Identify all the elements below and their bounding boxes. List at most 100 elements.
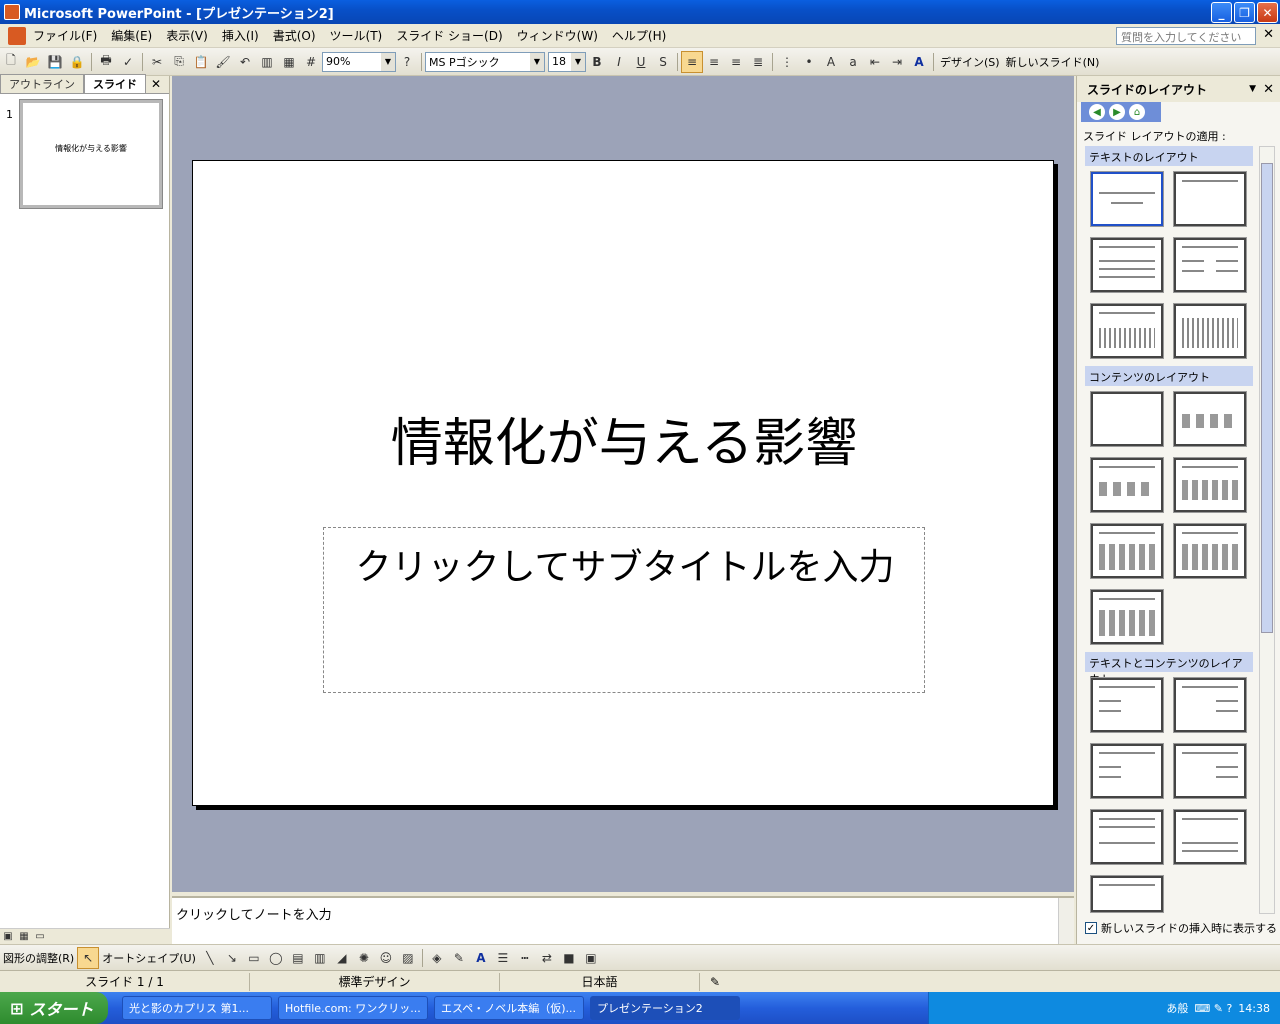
decrease-indent-icon[interactable]: ⇤ [864,51,886,73]
slide-title[interactable]: 情報化が与える影響 [193,401,1055,476]
rectangle-icon[interactable]: ▭ [243,947,265,969]
copy-icon[interactable]: ⎘ [168,51,190,73]
layout-four-content-a[interactable] [1090,523,1164,579]
menu-view[interactable]: 表示(V) [159,27,215,44]
layout-title-slide[interactable] [1090,171,1164,227]
fill-color-icon[interactable]: ◈ [426,947,448,969]
increase-indent-icon[interactable]: ⇥ [886,51,908,73]
layout-text-content-d[interactable] [1173,743,1247,799]
ime-icon[interactable]: あ般 [1166,1000,1188,1016]
notes-pane[interactable]: クリックしてノートを入力 [172,896,1074,946]
scrollbar-thumb[interactable] [1261,163,1273,633]
line-icon[interactable]: ╲ [199,947,221,969]
menu-help[interactable]: ヘルプ(H) [605,27,673,44]
chart-icon[interactable]: ▥ [256,51,278,73]
italic-button[interactable]: I [608,51,630,73]
taskbar-item-ie-1[interactable]: 光と影のカプリス 第1... [122,996,272,1020]
save-icon[interactable]: 💾 [44,51,66,73]
table-icon[interactable]: ▦ [278,51,300,73]
close-icon[interactable]: ✕ [151,77,161,91]
menu-slideshow[interactable]: スライド ショー(D) [389,27,509,44]
chevron-down-icon[interactable]: ▼ [381,52,395,71]
start-button[interactable]: ⊞ スタート [0,992,108,1024]
subtitle-placeholder[interactable]: クリックしてサブタイトルを入力 [323,527,925,693]
slideshow-view-icon[interactable]: ▭ [32,930,48,944]
back-icon[interactable]: ◀ [1089,104,1105,120]
dash-style-icon[interactable]: ┅ [514,947,536,969]
shrink-font-icon[interactable]: a [842,51,864,73]
layout-vertical-title-text[interactable] [1173,303,1247,359]
design-button[interactable]: デザイン(S) [937,54,1003,70]
new-icon[interactable]: 🗋 [0,51,22,73]
line-color-icon[interactable]: ✎ [448,947,470,969]
minimize-button[interactable]: _ [1211,2,1232,23]
font-name-combo[interactable]: MS Pゴシック ▼ [425,51,545,72]
paste-icon[interactable]: 📋 [190,51,212,73]
justify-icon[interactable]: ≣ [747,51,769,73]
numbering-icon[interactable]: ⋮ [776,51,798,73]
arrow-icon[interactable]: ↘ [221,947,243,969]
layout-blank[interactable] [1090,391,1164,447]
home-icon[interactable]: ⌂ [1129,104,1145,120]
shadow-button[interactable]: S [652,51,674,73]
diagram-icon[interactable]: ✺ [353,947,375,969]
spellcheck-icon[interactable]: ✓ [117,51,139,73]
layout-title-only[interactable] [1173,171,1247,227]
shadow-style-icon[interactable]: ■ [558,947,580,969]
vertical-textbox-icon[interactable]: ▥ [309,947,331,969]
menu-file[interactable]: ファイル(F) [26,27,104,44]
textbox-icon[interactable]: ▤ [287,947,309,969]
help-icon[interactable]: ? [396,51,418,73]
menu-edit[interactable]: 編集(E) [104,27,159,44]
close-icon[interactable]: ✕ [1263,27,1274,42]
show-on-insert-option[interactable]: ✓ 新しいスライドの挿入時に表示する [1085,920,1277,936]
layout-text-content-g[interactable] [1090,875,1164,913]
format-painter-icon[interactable]: 🖌 [212,51,234,73]
document-icon[interactable] [8,26,26,45]
taskbar-item-powerpoint[interactable]: プレゼンテーション2 [590,996,740,1020]
tray-icons[interactable]: ⌨ ✎ ? [1194,1002,1232,1015]
notes-scrollbar[interactable] [1058,898,1074,946]
tab-outline[interactable]: アウトライン [0,74,84,93]
forward-icon[interactable]: ▶ [1109,104,1125,120]
wordart-icon[interactable]: ◢ [331,947,353,969]
layout-text-content-f[interactable] [1173,809,1247,865]
layout-four-content-b[interactable] [1173,523,1247,579]
bullets-icon[interactable]: • [798,51,820,73]
3d-style-icon[interactable]: ▣ [580,947,602,969]
menu-format[interactable]: 書式(O) [266,27,323,44]
grow-font-icon[interactable]: A [820,51,842,73]
cut-icon[interactable]: ✂ [146,51,168,73]
underline-button[interactable]: U [630,51,652,73]
chevron-down-icon[interactable]: ▼ [530,52,544,71]
layout-title-two-content[interactable] [1173,457,1247,513]
picture-icon[interactable]: ▨ [397,947,419,969]
chevron-down-icon[interactable]: ▼ [1249,84,1256,94]
slide-thumbnail[interactable]: 情報化が与える影響 [19,99,163,209]
menu-tools[interactable]: ツール(T) [323,27,390,44]
layout-text-content-e[interactable] [1090,809,1164,865]
select-pointer-icon[interactable]: ↖ [77,946,100,969]
taskbar-item-ie-2[interactable]: Hotfile.com: ワンクリッ... [278,996,428,1020]
zoom-combo[interactable]: 90% ▼ [322,51,396,72]
font-color-icon[interactable]: A [908,51,930,73]
layout-title-two-column[interactable] [1173,237,1247,293]
font-color-icon[interactable]: A [470,947,492,969]
normal-view-icon[interactable]: ▣ [0,930,16,944]
layout-title-content[interactable] [1090,457,1164,513]
layout-title-text[interactable] [1090,237,1164,293]
align-left-icon[interactable]: ≡ [681,50,703,73]
oval-icon[interactable]: ◯ [265,947,287,969]
close-icon[interactable]: ✕ [1263,82,1274,97]
autoshapes-button[interactable]: オートシェイプ(U) [99,950,199,966]
open-icon[interactable]: 📂 [22,51,44,73]
line-style-icon[interactable]: ☰ [492,947,514,969]
menu-window[interactable]: ウィンドウ(W) [510,27,605,44]
layout-content[interactable] [1173,391,1247,447]
align-right-icon[interactable]: ≡ [725,51,747,73]
layout-four-content-c[interactable] [1090,589,1164,645]
grid-icon[interactable]: # [300,51,322,73]
clipart-icon[interactable]: ☺ [375,947,397,969]
draw-menu-button[interactable]: 図形の調整(R) [0,950,77,966]
print-icon[interactable]: 🖶 [95,51,117,73]
